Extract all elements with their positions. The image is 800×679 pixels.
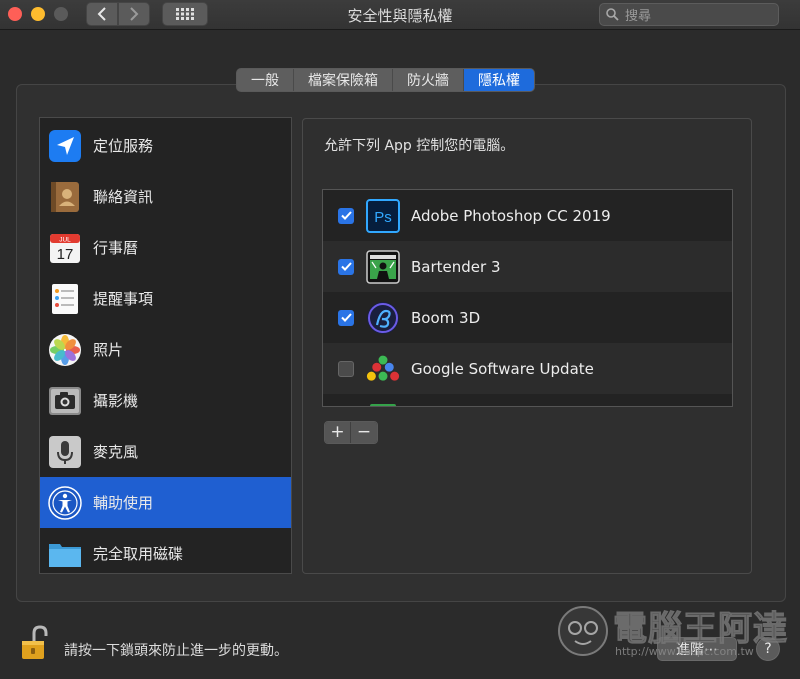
zoom-window-button[interactable] [54, 7, 68, 21]
tab-bar: 一般 檔案保險箱 防火牆 隱私權 [236, 68, 535, 92]
sidebar-item-camera[interactable]: 攝影機 [40, 375, 291, 426]
accessibility-app-list[interactable]: Ps Adobe Photoshop CC 2019 Bartender 3 B… [322, 189, 733, 407]
list-item[interactable]: Ps Adobe Photoshop CC 2019 [323, 190, 732, 241]
microphone-icon [49, 435, 81, 468]
google-software-update-icon [366, 355, 400, 381]
photoshop-icon: Ps [366, 198, 400, 233]
list-item[interactable]: Google Software Update [323, 343, 732, 394]
grid-icon [176, 8, 194, 20]
photos-flower-icon [49, 333, 81, 366]
sidebar-item-label: 攝影機 [93, 392, 139, 410]
window-title: 安全性與隱私權 [347, 7, 453, 25]
photoshop-icon-text: Ps [374, 209, 392, 226]
list-item[interactable]: Boom 3D [323, 292, 732, 343]
back-button[interactable] [86, 2, 118, 26]
remove-app-button[interactable]: − [351, 422, 377, 443]
allow-apps-description: 允許下列 App 控制您的電腦。 [324, 138, 515, 154]
sidebar-item-photos[interactable]: 照片 [40, 324, 291, 375]
boom-3d-icon [367, 301, 399, 334]
lock-icon[interactable] [20, 625, 50, 661]
mascot-logo-icon [558, 606, 608, 656]
help-button[interactable]: ? [756, 637, 780, 661]
app-checkbox-bartender[interactable] [338, 258, 354, 275]
advanced-button[interactable]: 進階⋯ [657, 637, 737, 661]
app-checkbox-google-software-update[interactable] [338, 360, 354, 377]
list-item[interactable] [323, 394, 732, 406]
sidebar-item-full-disk-access[interactable]: 完全取用磁碟 [40, 528, 291, 573]
title-bar: 安全性與隱私權 搜尋 [0, 0, 800, 30]
sidebar-item-accessibility[interactable]: 輔助使用 [40, 477, 291, 528]
contacts-book-icon [51, 181, 79, 212]
sidebar-item-label: 麥克風 [93, 443, 139, 461]
app-icon-partial [370, 404, 396, 406]
app-name: Bartender 3 [411, 257, 501, 276]
accessibility-icon [48, 485, 82, 520]
privacy-category-list: 定位服務 聯絡資訊 JUL 17 行事曆 提醒事項 照片 攝影機 麥克風 輔助使… [39, 117, 292, 574]
tab-filevault[interactable]: 檔案保險箱 [294, 69, 393, 91]
checkmark-icon [340, 313, 352, 322]
app-name: Boom 3D [411, 308, 481, 327]
forward-button[interactable] [118, 2, 150, 26]
bartender-icon [366, 249, 400, 284]
chevron-left-icon [97, 7, 106, 21]
app-checkbox-photoshop[interactable] [338, 207, 354, 224]
sidebar-item-label: 照片 [93, 341, 124, 359]
sidebar-item-label: 行事曆 [93, 239, 139, 257]
sidebar-item-contacts[interactable]: 聯絡資訊 [40, 171, 291, 222]
list-item[interactable]: Bartender 3 [323, 241, 732, 292]
chevron-right-icon [130, 7, 139, 21]
camera-icon [49, 386, 81, 415]
search-placeholder: 搜尋 [625, 9, 652, 24]
add-app-button[interactable]: + [325, 422, 351, 443]
search-icon [606, 8, 619, 21]
tab-firewall[interactable]: 防火牆 [393, 69, 464, 91]
sidebar-item-microphone[interactable]: 麥克風 [40, 426, 291, 477]
sidebar-item-location-services[interactable]: 定位服務 [40, 120, 291, 171]
checkmark-icon [340, 211, 352, 220]
calendar-icon: JUL 17 [50, 233, 80, 263]
sidebar-item-label: 定位服務 [93, 137, 154, 155]
sidebar-item-reminders[interactable]: 提醒事項 [40, 273, 291, 324]
sidebar-item-label: 完全取用磁碟 [93, 545, 184, 563]
calendar-month: JUL [59, 236, 71, 243]
location-arrow-icon [49, 129, 81, 162]
app-name: Adobe Photoshop CC 2019 [411, 206, 611, 225]
reminders-list-icon [52, 283, 78, 314]
close-window-button[interactable] [8, 7, 22, 21]
sidebar-item-label: 輔助使用 [93, 494, 154, 512]
sidebar-item-label: 聯絡資訊 [93, 188, 154, 206]
tab-general[interactable]: 一般 [237, 69, 294, 91]
app-name: Google Software Update [411, 359, 594, 378]
checkmark-icon [340, 262, 352, 271]
tab-privacy[interactable]: 隱私權 [464, 69, 534, 91]
sidebar-item-calendar[interactable]: JUL 17 行事曆 [40, 222, 291, 273]
search-field[interactable]: 搜尋 [599, 3, 779, 26]
show-all-button[interactable] [162, 2, 208, 26]
lock-hint-text: 請按一下鎖頭來防止進一步的更動。 [64, 643, 288, 659]
minimize-window-button[interactable] [31, 7, 45, 21]
sidebar-item-label: 提醒事項 [93, 290, 154, 308]
calendar-day: 17 [57, 246, 74, 263]
app-checkbox-boom-3d[interactable] [338, 309, 354, 326]
add-remove-buttons: + − [324, 421, 378, 444]
folder-icon [49, 543, 81, 567]
